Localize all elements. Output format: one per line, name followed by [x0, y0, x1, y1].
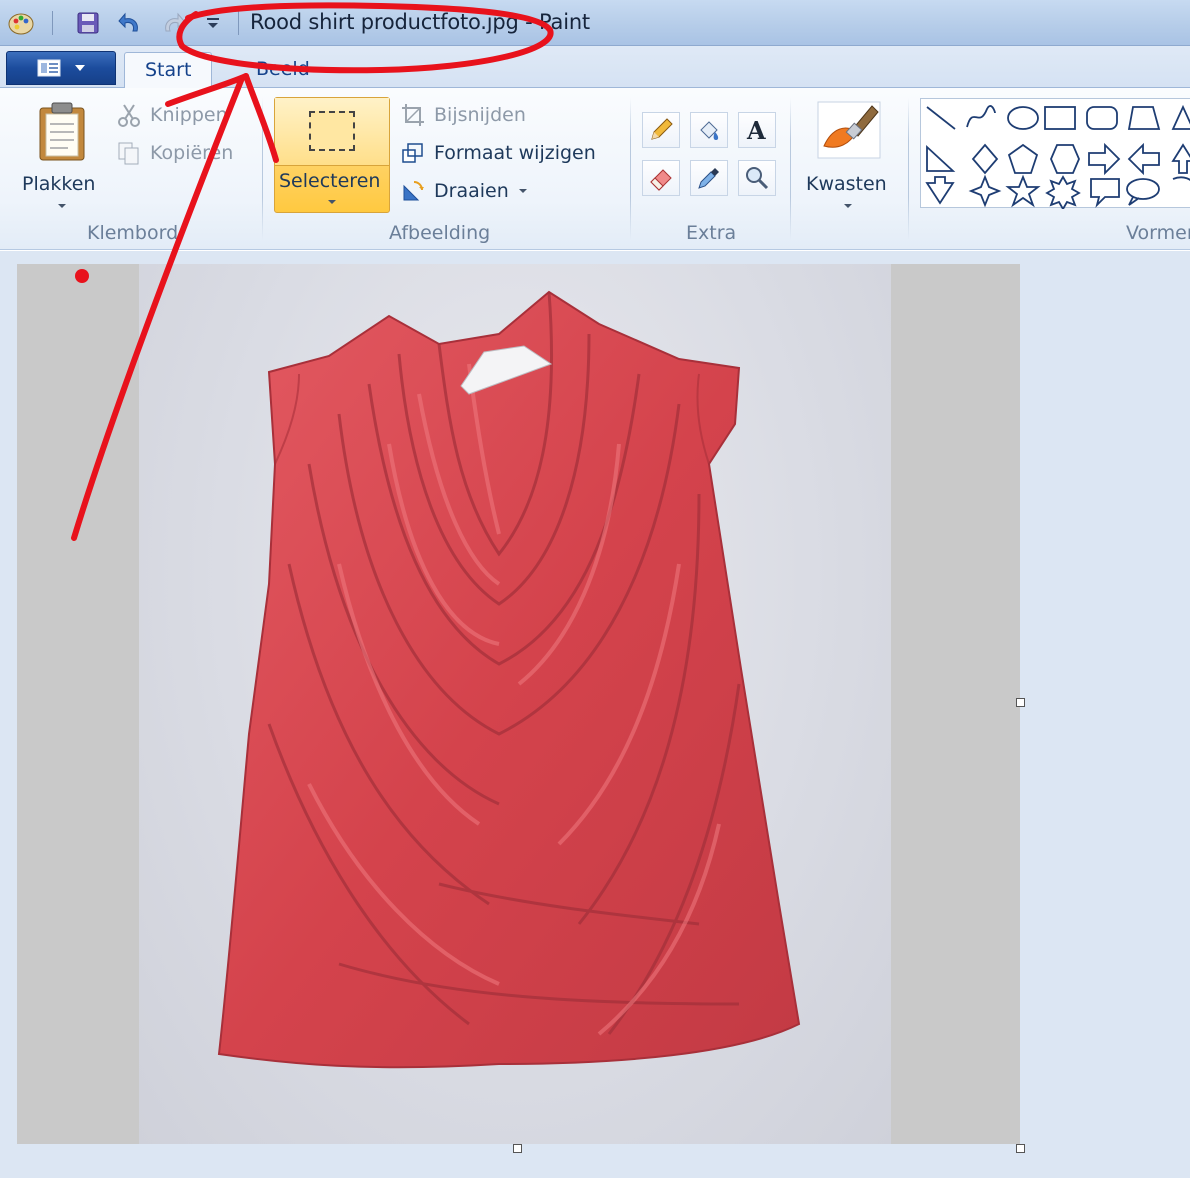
fill-icon[interactable] — [690, 112, 728, 148]
save-icon[interactable] — [73, 8, 103, 38]
eraser-icon[interactable] — [642, 160, 680, 196]
resize-label: Formaat wijzigen — [434, 142, 596, 164]
shapes-gallery-icons — [925, 104, 1190, 211]
menu-icon — [37, 59, 61, 77]
chevron-down-icon — [75, 65, 85, 71]
undo-icon[interactable] — [115, 8, 145, 38]
brush-icon — [817, 101, 881, 159]
tab-view[interactable]: Beeld — [236, 52, 330, 89]
tools-group-label: Extra — [686, 222, 737, 244]
canvas-workspace — [0, 251, 1190, 1178]
magnifier-icon[interactable] — [738, 160, 776, 196]
rotate-button[interactable]: Draaien — [400, 178, 529, 204]
group-separator — [908, 98, 909, 240]
paste-button[interactable]: Plakken — [14, 98, 110, 216]
chevron-down-icon — [518, 189, 527, 193]
group-separator — [262, 98, 263, 240]
brushes-label: Kwasten — [806, 173, 887, 195]
paste-label: Plakken — [22, 173, 96, 195]
shapes-gallery[interactable] — [920, 98, 1190, 211]
crop-icon — [402, 104, 424, 126]
qat-separator — [52, 11, 53, 35]
redo-icon[interactable] — [158, 8, 188, 38]
qat-separator — [238, 11, 239, 35]
resize-icon — [402, 143, 423, 163]
shapes-group-label: Vormen — [1126, 222, 1190, 244]
color-picker-icon[interactable] — [690, 160, 728, 196]
image-group-label: Afbeelding — [389, 222, 491, 244]
title-bar: Rood shirt productfoto.jpg - Paint — [0, 0, 1190, 46]
crop-button[interactable]: Bijsnijden — [400, 102, 526, 128]
chevron-down-icon — [328, 200, 336, 204]
pencil-icon[interactable] — [642, 112, 680, 148]
paste-icon — [39, 102, 85, 161]
select-rectangle-icon — [309, 111, 355, 151]
cut-button[interactable]: Knippen — [116, 102, 228, 128]
cut-label: Knippen — [150, 104, 228, 126]
chevron-down-icon — [844, 204, 852, 208]
window-title: Rood shirt productfoto.jpg - Paint — [250, 10, 590, 34]
rotate-label: Draaien — [434, 180, 509, 202]
chevron-down-icon — [58, 204, 66, 208]
crop-label: Bijsnijden — [434, 104, 526, 126]
drawing-canvas[interactable] — [17, 264, 1020, 1144]
red-shirt-image — [217, 290, 801, 1069]
group-separator — [630, 98, 631, 240]
group-separator — [790, 98, 791, 240]
paint-app-icon[interactable] — [6, 8, 36, 38]
customize-qat-icon[interactable] — [198, 8, 228, 38]
copy-button[interactable]: Kopiëren — [116, 140, 233, 166]
resize-button[interactable]: Formaat wijzigen — [400, 140, 596, 166]
rotate-icon — [403, 181, 424, 201]
copy-icon — [118, 142, 139, 165]
product-photo — [139, 264, 891, 1144]
brushes-button[interactable]: Kwasten — [800, 98, 898, 216]
select-label: Selecteren — [279, 170, 381, 192]
svg-text:A: A — [746, 116, 766, 144]
ribbon-tabs: Start Beeld — [0, 46, 1190, 89]
resize-handle-corner[interactable] — [1016, 1144, 1025, 1153]
ribbon: Plakken Knippen Kopiëren Klembord Select… — [0, 88, 1190, 250]
copy-label: Kopiëren — [150, 142, 234, 164]
resize-handle-right[interactable] — [1016, 698, 1025, 707]
tab-start[interactable]: Start — [124, 52, 213, 89]
clipboard-group-label: Klembord — [87, 222, 179, 244]
resize-handle-bottom[interactable] — [513, 1144, 522, 1153]
text-icon[interactable]: A — [738, 112, 776, 148]
select-button[interactable]: Selecteren — [274, 97, 390, 213]
application-menu-button[interactable] — [6, 51, 116, 85]
cut-icon — [118, 104, 140, 127]
